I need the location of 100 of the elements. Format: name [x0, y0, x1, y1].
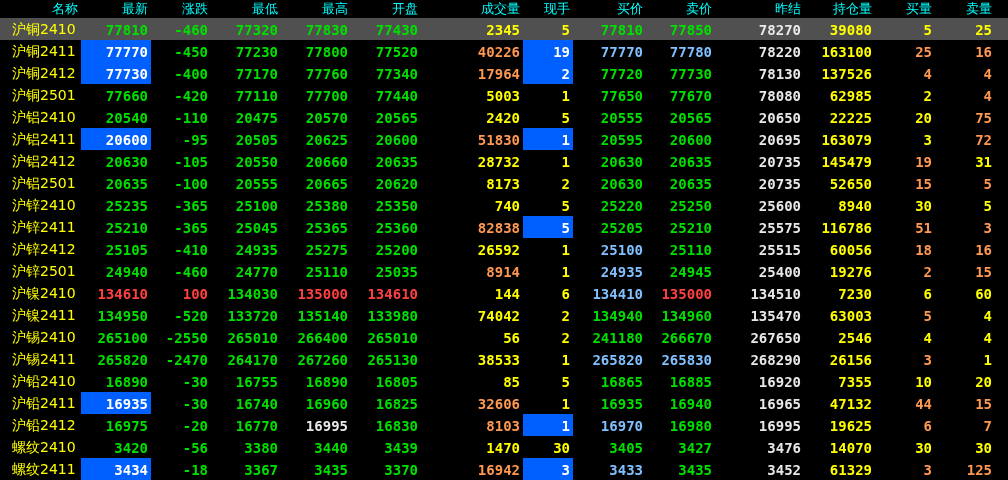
cell-value: 3440 [314, 441, 348, 455]
cell-value: 100 [182, 287, 208, 301]
cell-value: 20695 [758, 133, 801, 147]
column-header[interactable]: 卖价 [646, 0, 715, 18]
cell-value: 134030 [227, 287, 278, 301]
cell-value: 77430 [375, 23, 418, 37]
contract-name: 螺纹2411 [11, 460, 77, 479]
table-row[interactable]: 螺纹2410 3420 -56 3380 3440 3439 1470 30 3405 3427 3476 14070 30 30 [0, 436, 1008, 458]
table-row[interactable]: 螺纹2411 3434 -18 3367 3435 3370 16942 3 3433 3435 3452 61329 3 125 [0, 458, 1008, 480]
column-header[interactable]: 买量 [875, 0, 935, 18]
column-header[interactable]: 名称 [0, 0, 81, 18]
cell-value: 22225 [829, 111, 872, 125]
table-row[interactable]: 沪铜2412 77730 -400 77170 77760 77340 17964 2 77720 77730 78130 137526 4 4 [0, 62, 1008, 84]
cell-value: 7 [983, 419, 992, 433]
column-header[interactable]: 最低 [211, 0, 281, 18]
column-header[interactable]: 卖量 [935, 0, 995, 18]
cell-value: 16942 [477, 463, 520, 477]
cell-value: 20635 [669, 177, 712, 191]
table-row[interactable]: 沪锡2410 265100 -2550 265010 266400 265010 56 2 241180 266670 267650 2546 4 4 [0, 326, 1008, 348]
column-header[interactable]: 昨结 [715, 0, 804, 18]
cell-value: -2550 [165, 331, 208, 345]
table-row[interactable]: 沪铝2411 20600 -95 20505 20625 20600 51830 1 20595 20600 20695 163079 3 72 [0, 128, 1008, 150]
table-row[interactable]: 沪锌2411 25210 -365 25045 25365 25360 82838 5 25205 25210 25575 116786 51 3 [0, 216, 1008, 238]
cell-value: 30 [975, 441, 992, 455]
cell-value: 20570 [305, 111, 348, 125]
cell-value: 3367 [244, 463, 278, 477]
contract-name: 沪镍2411 [11, 306, 77, 325]
cell-value: 51 [915, 221, 932, 235]
column-header[interactable]: 现手 [523, 0, 573, 18]
table-row[interactable]: 沪锌2412 25105 -410 24935 25275 25200 26592 1 25100 25110 25515 60056 18 16 [0, 238, 1008, 260]
table-row[interactable]: 沪铜2501 77660 -420 77110 77700 77440 5003 1 77650 77670 78080 62985 2 4 [0, 84, 1008, 106]
cell-value: 78130 [758, 67, 801, 81]
table-row[interactable]: 沪铝2501 20635 -100 20555 20665 20620 8173 2 20630 20635 20735 52650 15 5 [0, 172, 1008, 194]
cell-value: 77730 [669, 67, 712, 81]
cell-value: 20735 [758, 177, 801, 191]
cell-value: 38533 [477, 353, 520, 367]
cell-value: 3 [923, 463, 932, 477]
cell-value: 5 [561, 23, 570, 37]
cell-value: 264170 [227, 353, 278, 367]
column-header[interactable]: 最高 [281, 0, 351, 18]
contract-name: 沪铜2412 [11, 64, 77, 83]
cell-value: 3452 [767, 463, 801, 477]
cell-value: 5 [561, 199, 570, 213]
table-row[interactable]: 沪铝2412 20630 -105 20550 20660 20635 28732 1 20630 20635 20735 145479 19 31 [0, 150, 1008, 172]
cell-value: 4 [983, 309, 992, 323]
cell-value: 20630 [600, 177, 643, 191]
contract-name: 沪铝2410 [11, 108, 77, 127]
cell-value: 77770 [600, 45, 643, 59]
cell-value: 60056 [829, 243, 872, 257]
cell-value: 20 [915, 111, 932, 125]
cell-value: 20505 [235, 133, 278, 147]
cell-value: 133720 [227, 309, 278, 323]
contract-name: 沪铅2412 [11, 416, 77, 435]
cell-value: 77700 [305, 89, 348, 103]
cell-value: 267260 [297, 353, 348, 367]
table-row[interactable]: 沪铝2410 20540 -110 20475 20570 20565 2420 5 20555 20565 20650 22225 20 75 [0, 106, 1008, 128]
cell-value: -30 [182, 375, 208, 389]
cell-value: -110 [174, 111, 208, 125]
table-row[interactable]: 沪镍2410 134610 100 134030 135000 134610 144 6 134410 135000 134510 7230 6 60 [0, 282, 1008, 304]
cell-value: 77520 [375, 45, 418, 59]
cell-value: 25575 [758, 221, 801, 235]
contract-name: 沪铝2412 [11, 152, 77, 171]
table-row[interactable]: 沪锡2411 265820 -2470 264170 267260 265130 38533 1 265820 265830 268290 26156 3 1 [0, 348, 1008, 370]
cell-value: -420 [174, 89, 208, 103]
table-row[interactable]: 沪锌2501 24940 -460 24770 25110 25035 8914 1 24935 24945 25400 19276 2 15 [0, 260, 1008, 282]
cell-value: 133980 [367, 309, 418, 323]
cell-value: 5 [923, 23, 932, 37]
cell-value: 1 [561, 133, 570, 147]
cell-value: 26156 [829, 353, 872, 367]
cell-value: 77780 [669, 45, 712, 59]
cell-value: 77230 [235, 45, 278, 59]
table-row[interactable]: 沪铜2410 77810 -460 77320 77830 77430 2345 5 77810 77850 78270 39080 5 25 [0, 18, 1008, 40]
column-header[interactable]: 最新 [81, 0, 151, 18]
cell-value: 20630 [600, 155, 643, 169]
table-row[interactable]: 沪铅2411 16935 -30 16740 16960 16825 32606 1 16935 16940 16965 47132 44 15 [0, 392, 1008, 414]
column-header[interactable]: 涨跌 [151, 0, 211, 18]
column-header[interactable]: 持仓量 [804, 0, 875, 18]
cell-value: 16975 [105, 419, 148, 433]
table-row[interactable]: 沪镍2411 134950 -520 133720 135140 133980 74042 2 134940 134960 135470 63003 5 4 [0, 304, 1008, 326]
cell-value: 15 [975, 265, 992, 279]
table-row[interactable]: 沪铅2410 16890 -30 16755 16890 16805 85 5 16865 16885 16920 7355 10 20 [0, 370, 1008, 392]
cell-value: 16 [975, 45, 992, 59]
column-header[interactable]: 成交量 [421, 0, 523, 18]
cell-value: 25100 [600, 243, 643, 257]
cell-value: 85 [503, 375, 520, 389]
table-row[interactable]: 沪锌2410 25235 -365 25100 25380 25350 740 5 25220 25250 25600 8940 30 5 [0, 194, 1008, 216]
cell-value: 16830 [375, 419, 418, 433]
table-row[interactable]: 沪铜2411 77770 -450 77230 77800 77520 40226 19 77770 77780 78220 163100 25 16 [0, 40, 1008, 62]
cell-value: 26592 [477, 243, 520, 257]
cell-value: 24770 [235, 265, 278, 279]
cell-value: 25220 [600, 199, 643, 213]
column-header[interactable]: 买价 [573, 0, 646, 18]
cell-value: 82838 [477, 221, 520, 235]
cell-value: 61329 [829, 463, 872, 477]
cell-value: 135470 [750, 309, 801, 323]
cell-value: 2 [561, 331, 570, 345]
table-row[interactable]: 沪铅2412 16975 -20 16770 16995 16830 8103 1 16970 16980 16995 19625 6 7 [0, 414, 1008, 436]
column-header[interactable]: 开盘 [351, 0, 421, 18]
cell-value: 3434 [114, 463, 148, 477]
cell-value: -30 [182, 397, 208, 411]
